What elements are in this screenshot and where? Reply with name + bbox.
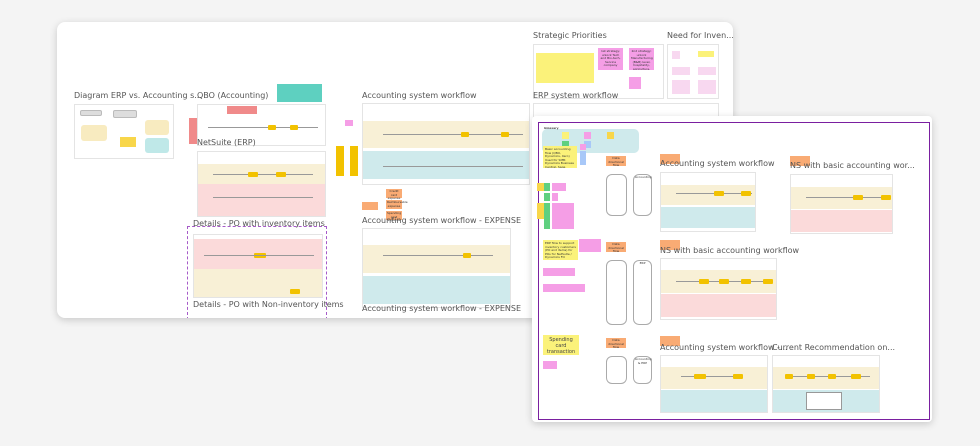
details-inventory-frame[interactable] xyxy=(193,234,323,298)
frame-title[interactable]: Accounting system workflow xyxy=(362,91,477,100)
frame-title[interactable]: Accounting system workflow - EXPENSE xyxy=(362,216,521,225)
frame-title[interactable]: Strategic Priorities xyxy=(533,31,607,40)
expense-sticky[interactable]: Reimbursable expense xyxy=(386,200,408,209)
accounting-group[interactable]: Accounting xyxy=(633,174,652,216)
front-ns-basic-frame-1[interactable] xyxy=(790,174,893,234)
frame-title[interactable]: ERP system workflow xyxy=(533,91,618,100)
need-inventory-frame[interactable] xyxy=(667,44,719,99)
front-board[interactable]: Glossary Basic accounting flow (QBO, Dyn… xyxy=(532,116,932,422)
data-flow-label[interactable]: Data directional flow xyxy=(606,242,626,253)
data-flow-label[interactable]: Data directional flow xyxy=(606,338,626,349)
strategy-sticky[interactable]: 1st strategy: unlock Tech and Bio-tech, … xyxy=(598,48,623,70)
legend-title: Glossary xyxy=(544,126,559,130)
acct-workflow-frame[interactable] xyxy=(362,103,530,185)
frame-title[interactable]: Accounting system workflow xyxy=(660,159,775,168)
spending-card-note[interactable]: Spending card transaction xyxy=(543,335,579,355)
acct-expense-frame[interactable] xyxy=(362,228,511,308)
front-spending-frame[interactable] xyxy=(660,355,768,413)
frame-title[interactable]: Details - PO with Non-inventory items xyxy=(193,300,344,309)
frame-title[interactable]: Details - PO with inventory items xyxy=(193,219,325,228)
frame-title[interactable]: Diagram ERP vs. Accounting s... xyxy=(74,91,202,100)
expense-sticky[interactable]: Credit card expense xyxy=(386,189,402,200)
front-acct-workflow-frame[interactable] xyxy=(660,172,756,232)
acct-erp-group[interactable]: Accounting & ERP xyxy=(633,356,652,384)
erp-flow-note[interactable]: ERP flow to support inventory customers … xyxy=(543,240,578,260)
frame-title[interactable]: NS with basic accounting workflow xyxy=(660,246,799,255)
erp-group[interactable]: ERP xyxy=(633,260,652,325)
frame-title[interactable]: Accounting system workflow -... xyxy=(660,343,788,352)
diagram-erp-frame[interactable] xyxy=(74,104,174,159)
frame-title[interactable]: QBO (Accounting) xyxy=(197,91,268,100)
netsuite-frame[interactable] xyxy=(197,151,326,217)
frame-title[interactable]: Current Recommendation on... xyxy=(772,343,895,352)
current-rec-frame[interactable] xyxy=(772,355,880,413)
front-ns-basic-frame-2[interactable] xyxy=(660,258,777,320)
frame-title[interactable]: Need for Inven... xyxy=(667,31,733,40)
basic-flow-note[interactable]: Basic accounting flow (QBO, Dynamics, Xe… xyxy=(543,146,577,168)
frame-title[interactable]: NS with basic accounting wor... xyxy=(790,161,915,170)
frame-title[interactable]: NetSuite (ERP) xyxy=(197,138,256,147)
data-flow-label[interactable]: Data directional flow xyxy=(606,156,626,167)
frame-title[interactable]: Accounting system workflow - EXPENSE xyxy=(362,304,521,313)
strategy-sticky[interactable]: 2nd strategy: unlock Manufacturing (B&B)… xyxy=(629,48,654,70)
